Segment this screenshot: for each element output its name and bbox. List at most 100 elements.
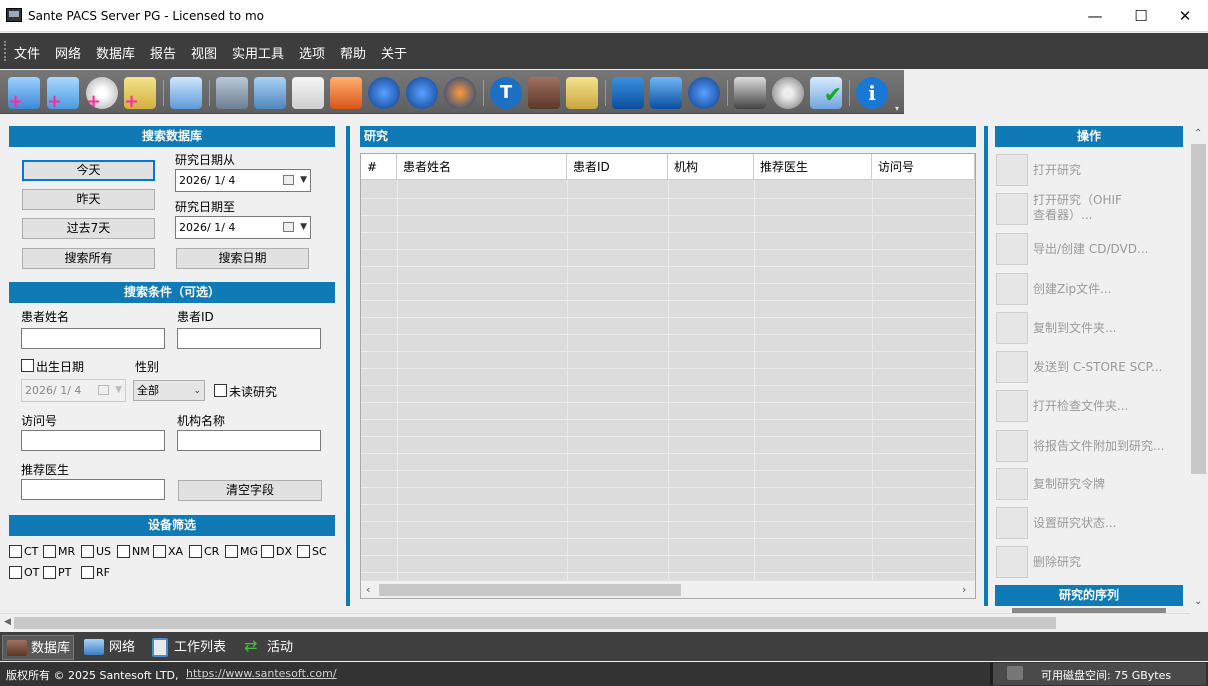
scroll-thumb[interactable] xyxy=(379,584,681,596)
menu-network[interactable]: 网络 xyxy=(55,43,81,62)
patient-name-input[interactable] xyxy=(21,328,165,349)
dob-checkbox[interactable] xyxy=(21,359,34,372)
right-vertical-scrollbar[interactable]: ⌃ ⌄ xyxy=(1190,126,1207,610)
action-item[interactable]: 删除研究 xyxy=(996,546,1186,580)
scroll-left-icon[interactable]: ‹ xyxy=(366,583,370,596)
chevron-down-icon[interactable]: ⌄ xyxy=(193,382,201,401)
action-item[interactable]: 将报告文件附加到研究... xyxy=(996,430,1186,464)
globe-palette-icon[interactable] xyxy=(444,77,476,109)
today-button[interactable]: 今天 xyxy=(22,160,155,181)
col-referring[interactable]: 推荐医生 xyxy=(754,154,872,180)
maximize-icon[interactable]: ☐ xyxy=(1118,0,1164,32)
left-splitter[interactable] xyxy=(346,126,350,606)
log-check-icon[interactable]: ✔ xyxy=(810,77,842,109)
add-cd-icon[interactable]: + xyxy=(86,77,118,111)
accession-input[interactable] xyxy=(21,430,165,451)
shortcut-icon[interactable] xyxy=(170,77,202,109)
database-settings-icon[interactable] xyxy=(528,77,560,109)
menu-report[interactable]: 报告 xyxy=(150,43,176,62)
menu-options[interactable]: 选项 xyxy=(299,43,325,62)
menu-view[interactable]: 视图 xyxy=(191,43,217,62)
chevron-down-icon[interactable]: ▼ xyxy=(300,170,307,191)
calendar-icon[interactable] xyxy=(283,222,294,232)
modality-xa-checkbox[interactable] xyxy=(153,545,166,558)
t-icon[interactable]: T xyxy=(490,77,522,109)
modality-us-checkbox[interactable] xyxy=(81,545,94,558)
log-cd-icon[interactable] xyxy=(772,77,804,109)
add-record-icon[interactable]: + xyxy=(8,77,40,111)
studies-grid[interactable]: # 患者姓名 患者ID 机构 推荐医生 访问号 xyxy=(360,153,976,599)
referring-input[interactable] xyxy=(21,479,165,500)
add-dicomdir-icon[interactable]: + xyxy=(124,77,156,111)
scroll-thumb[interactable] xyxy=(14,617,1056,629)
main-horizontal-scrollbar[interactable]: ◀ xyxy=(0,613,1190,631)
last-7-days-button[interactable]: 过去7天 xyxy=(22,218,155,239)
action-item[interactable]: 复制研究令牌 xyxy=(996,468,1186,502)
modality-nm-checkbox[interactable] xyxy=(117,545,130,558)
institution-input[interactable] xyxy=(177,430,321,451)
add-folder-icon[interactable]: + xyxy=(47,77,79,111)
menu-about[interactable]: 关于 xyxy=(381,43,407,62)
dob-picker[interactable]: 2026/ 1/ 4 ▼ xyxy=(21,379,126,402)
right-splitter[interactable] xyxy=(984,126,988,606)
close-icon[interactable]: ✕ xyxy=(1162,0,1208,32)
clear-fields-button[interactable]: 清空字段 xyxy=(178,480,322,501)
search-all-button[interactable]: 搜索所有 xyxy=(22,248,155,269)
clipboard-settings-icon[interactable] xyxy=(292,77,324,109)
studies-horizontal-scrollbar[interactable]: ‹ › xyxy=(361,580,975,598)
action-item[interactable]: 发送到 C-STORE SCP... xyxy=(996,351,1186,385)
log-globe-icon[interactable] xyxy=(688,77,720,109)
chevron-down-icon[interactable]: ▼ xyxy=(115,380,122,401)
scroll-left-icon[interactable]: ◀ xyxy=(4,617,11,627)
scroll-right-icon[interactable]: › xyxy=(962,583,966,596)
action-item[interactable]: 打开研究 xyxy=(996,154,1186,188)
scroll-up-icon[interactable]: ⌃ xyxy=(1194,128,1202,139)
chevron-down-icon[interactable]: ▼ xyxy=(300,217,307,238)
log-network-icon[interactable] xyxy=(650,77,682,109)
col-accession[interactable]: 访问号 xyxy=(872,154,975,180)
modality-dx-checkbox[interactable] xyxy=(261,545,274,558)
action-item[interactable]: 设置研究状态... xyxy=(996,507,1186,541)
route-icon[interactable] xyxy=(330,77,362,109)
globe-settings-icon[interactable] xyxy=(368,77,400,109)
scroll-thumb[interactable] xyxy=(1191,144,1206,474)
date-to-picker[interactable]: 2026/ 1/ 4 ▼ xyxy=(175,216,311,239)
action-item[interactable]: 导出/创建 CD/DVD... xyxy=(996,233,1186,267)
menu-database[interactable]: 数据库 xyxy=(96,43,135,62)
calendar-icon[interactable] xyxy=(98,385,109,395)
minimize-icon[interactable]: — xyxy=(1072,0,1118,32)
globe-users-icon[interactable] xyxy=(406,77,438,109)
search-date-button[interactable]: 搜索日期 xyxy=(176,248,309,269)
website-link[interactable]: https://www.santesoft.com/ xyxy=(186,667,337,680)
toolbar-overflow-icon[interactable]: ▾ xyxy=(895,104,899,113)
col-patient-name[interactable]: 患者姓名 xyxy=(397,154,567,180)
unread-checkbox[interactable] xyxy=(214,384,227,397)
modality-pt-checkbox[interactable] xyxy=(43,566,56,579)
menu-utilities[interactable]: 实用工具 xyxy=(232,43,284,62)
yesterday-button[interactable]: 昨天 xyxy=(22,189,155,210)
date-from-picker[interactable]: 2026/ 1/ 4 ▼ xyxy=(175,169,311,192)
action-item[interactable]: 复制到文件夹... xyxy=(996,312,1186,346)
modality-ot-checkbox[interactable] xyxy=(9,566,22,579)
action-item[interactable]: 打开研究（OHIF 查看器）... xyxy=(996,193,1186,227)
modality-mg-checkbox[interactable] xyxy=(225,545,238,558)
col-index[interactable]: # xyxy=(361,154,397,180)
modality-rf-checkbox[interactable] xyxy=(81,566,94,579)
modality-mr-checkbox[interactable] xyxy=(43,545,56,558)
info-icon[interactable]: i xyxy=(856,77,888,109)
col-patient-id[interactable]: 患者ID xyxy=(567,154,668,180)
action-item[interactable]: 打开检查文件夹... xyxy=(996,390,1186,424)
server-settings-icon[interactable] xyxy=(216,77,248,109)
tab-activity[interactable]: ⇄ 活动 xyxy=(240,635,304,660)
network-settings-icon[interactable] xyxy=(254,77,286,109)
log-db-icon[interactable] xyxy=(612,77,644,109)
modality-ct-checkbox[interactable] xyxy=(9,545,22,558)
calendar-icon[interactable] xyxy=(283,175,294,185)
menu-help[interactable]: 帮助 xyxy=(340,43,366,62)
tab-worklist[interactable]: 工作列表 xyxy=(148,635,236,660)
scroll-down-icon[interactable]: ⌄ xyxy=(1194,596,1202,607)
folder-settings-icon[interactable] xyxy=(566,77,598,109)
printer-icon[interactable] xyxy=(734,77,766,109)
menu-file[interactable]: 文件 xyxy=(14,43,40,62)
action-item[interactable]: 创建Zip文件... xyxy=(996,273,1186,307)
